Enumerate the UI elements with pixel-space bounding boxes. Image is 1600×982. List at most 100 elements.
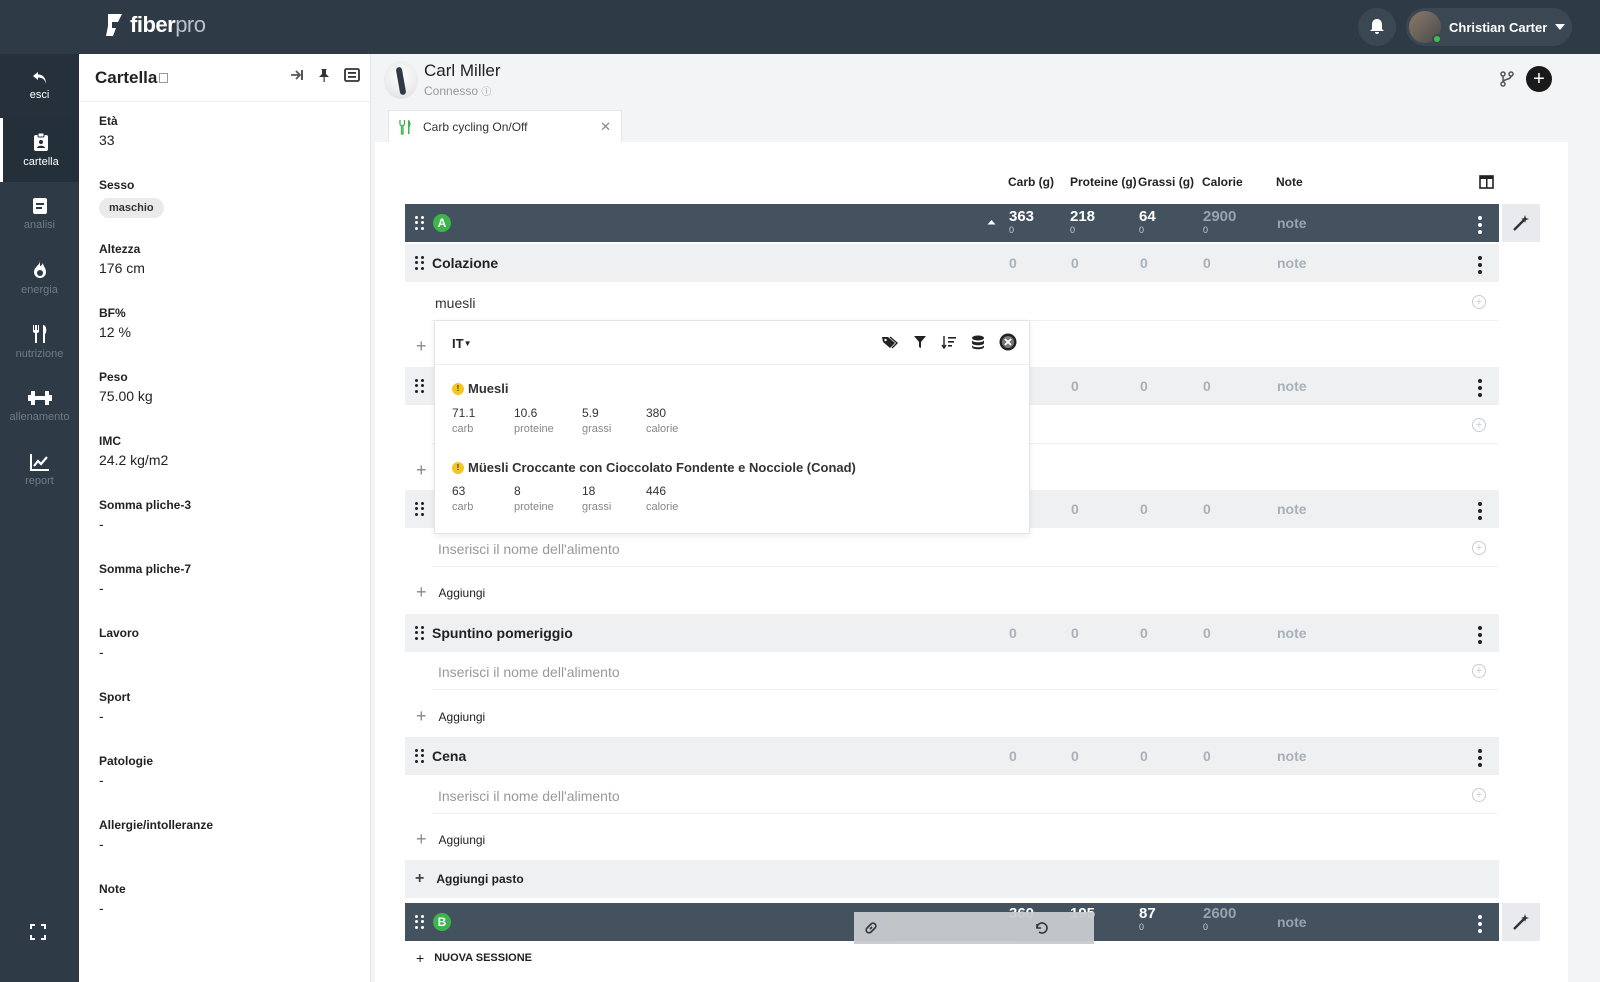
food-input-placeholder[interactable]: Inserisci il nome dell'alimento <box>438 788 620 804</box>
add-food-plus[interactable]: + <box>416 336 427 357</box>
sidebar-item-analisi[interactable]: analisi <box>0 182 79 246</box>
drag-handle-icon[interactable] <box>415 379 425 393</box>
more-options-icon[interactable] <box>1478 216 1482 234</box>
field-lavoro: Lavoro - <box>99 626 139 660</box>
field-label: Patologie <box>99 754 154 768</box>
food-input-placeholder[interactable]: Inserisci il nome dell'alimento <box>438 664 620 680</box>
sidebar-item-label: energia <box>21 284 58 296</box>
field-value: - <box>99 836 104 852</box>
meal-carb: 0 <box>1009 748 1017 764</box>
drag-handle-icon[interactable] <box>415 502 425 516</box>
sort-icon[interactable] <box>941 335 957 349</box>
add-plan-button[interactable]: + <box>1526 66 1552 92</box>
dropdown-tools <box>881 333 1017 351</box>
columns-layout-icon[interactable] <box>1479 175 1494 189</box>
meal-note[interactable]: note <box>1277 625 1307 641</box>
session-badge: B <box>433 913 451 931</box>
drag-handle-icon[interactable] <box>415 256 425 270</box>
sidebar-item-esci[interactable]: esci <box>0 54 79 118</box>
add-circle-icon[interactable]: + <box>1472 788 1486 802</box>
food-row-5[interactable]: Inserisci il nome dell'alimento + <box>432 776 1498 814</box>
food-input-placeholder[interactable]: Inserisci il nome dell'alimento <box>438 541 620 557</box>
new-session-button[interactable]: + NUOVA SESSIONE <box>416 950 532 966</box>
field-label: IMC <box>99 434 121 448</box>
chart-icon <box>29 454 49 471</box>
sidebar-item-cartella[interactable]: cartella <box>0 118 79 182</box>
tab-carb-cycling[interactable]: Carb cycling On/Off ✕ <box>388 110 622 142</box>
meal-fat: 0 <box>1140 378 1148 394</box>
add-circle-icon[interactable]: + <box>1472 418 1486 432</box>
filter-icon[interactable] <box>913 335 927 349</box>
add-meal-button[interactable]: + Aggiungi pasto <box>405 860 1499 898</box>
more-options-icon[interactable] <box>1478 626 1482 644</box>
meal-note[interactable]: note <box>1277 255 1307 271</box>
add-food-plus[interactable]: + <box>416 460 427 481</box>
search-result-item[interactable]: ! Müesli Croccante con Cioccolato Fondent… <box>452 460 856 475</box>
meal-note[interactable]: note <box>1277 378 1307 394</box>
search-result-item[interactable]: ! Muesli <box>452 381 508 396</box>
magic-wand-button[interactable] <box>1502 204 1540 242</box>
session-note[interactable]: note <box>1277 914 1307 930</box>
brand-logo[interactable]: fiberpro <box>104 12 206 38</box>
meal-note[interactable]: note <box>1277 501 1307 517</box>
session-a-bar[interactable]: A 363 0 218 0 64 0 2900 0 note <box>405 204 1499 242</box>
meal-cena[interactable]: Cena 0 0 0 0 note <box>405 737 1499 775</box>
top-bar: fiberpro Christian Carter <box>0 0 1600 54</box>
food-row-3[interactable]: Inserisci il nome dell'alimento + <box>432 529 1498 567</box>
sidebar-item-label: analisi <box>23 219 56 231</box>
session-carb-sub: 0 <box>1009 225 1015 235</box>
add-food-button[interactable]: + Aggiungi <box>416 582 485 603</box>
meal-spuntino-pomeriggio[interactable]: Spuntino pomeriggio 0 0 0 0 note <box>405 614 1499 652</box>
close-icon[interactable]: ✕ <box>600 119 611 135</box>
collapse-arrow-icon[interactable] <box>987 219 996 225</box>
food-search-row[interactable]: muesli + <box>432 283 1498 321</box>
meal-protein: 0 <box>1071 255 1079 271</box>
fullscreen-icon[interactable] <box>30 924 46 940</box>
more-options-icon[interactable] <box>1478 502 1482 520</box>
magic-wand-button[interactable] <box>1502 903 1540 941</box>
drag-handle-icon[interactable] <box>415 626 425 640</box>
add-circle-icon[interactable]: + <box>1472 295 1486 309</box>
pin-icon[interactable] <box>318 68 330 82</box>
field-value: - <box>99 900 104 916</box>
more-options-icon[interactable] <box>1478 256 1482 274</box>
field-label: Altezza <box>99 242 141 256</box>
more-options-icon[interactable] <box>1478 749 1482 767</box>
drag-handle-icon[interactable] <box>415 915 425 929</box>
food-search-input[interactable]: muesli <box>435 295 475 311</box>
food-row-4[interactable]: Inserisci il nome dell'alimento + <box>432 652 1498 690</box>
tag-icon[interactable] <box>881 335 899 349</box>
database-icon[interactable] <box>971 335 985 350</box>
collapse-panel-icon[interactable] <box>290 69 304 81</box>
plus-icon: + <box>416 336 427 356</box>
sidebar-item-report[interactable]: report <box>0 438 79 502</box>
notifications-button[interactable] <box>1358 8 1396 46</box>
session-note[interactable]: note <box>1277 215 1307 231</box>
undo-icon[interactable] <box>1034 921 1048 935</box>
add-food-button[interactable]: + Aggiungi <box>416 829 485 850</box>
user-menu[interactable]: Christian Carter <box>1406 8 1572 46</box>
add-circle-icon[interactable]: + <box>1472 541 1486 555</box>
meal-note[interactable]: note <box>1277 748 1307 764</box>
drag-handle-icon[interactable] <box>415 749 425 763</box>
meal-protein: 0 <box>1071 501 1079 517</box>
add-circle-icon[interactable]: + <box>1472 664 1486 678</box>
language-select[interactable]: IT▼ <box>452 336 471 351</box>
sidebar-item-energia[interactable]: energia <box>0 246 79 310</box>
sidebar-item-allenamento[interactable]: allenamento <box>0 374 79 438</box>
more-options-icon[interactable] <box>1478 915 1482 933</box>
tab-label: Carb cycling On/Off <box>423 119 528 134</box>
close-circle-icon[interactable] <box>999 333 1017 351</box>
drag-handle-icon[interactable] <box>415 216 425 230</box>
sidebar-item-label: report <box>25 475 54 487</box>
meal-colazione[interactable]: Colazione 0 0 0 0 note <box>405 244 1499 282</box>
add-food-button[interactable]: + Aggiungi <box>416 706 485 727</box>
field-value: 33 <box>99 132 115 148</box>
session-carb: 363 <box>1009 208 1035 225</box>
link-icon[interactable] <box>864 921 878 935</box>
sidebar-item-nutrizione[interactable]: nutrizione <box>0 310 79 374</box>
more-options-icon[interactable] <box>1478 379 1482 397</box>
branch-icon[interactable] <box>1500 71 1514 87</box>
plus-icon: + <box>416 460 427 480</box>
edit-list-icon[interactable] <box>344 68 360 82</box>
